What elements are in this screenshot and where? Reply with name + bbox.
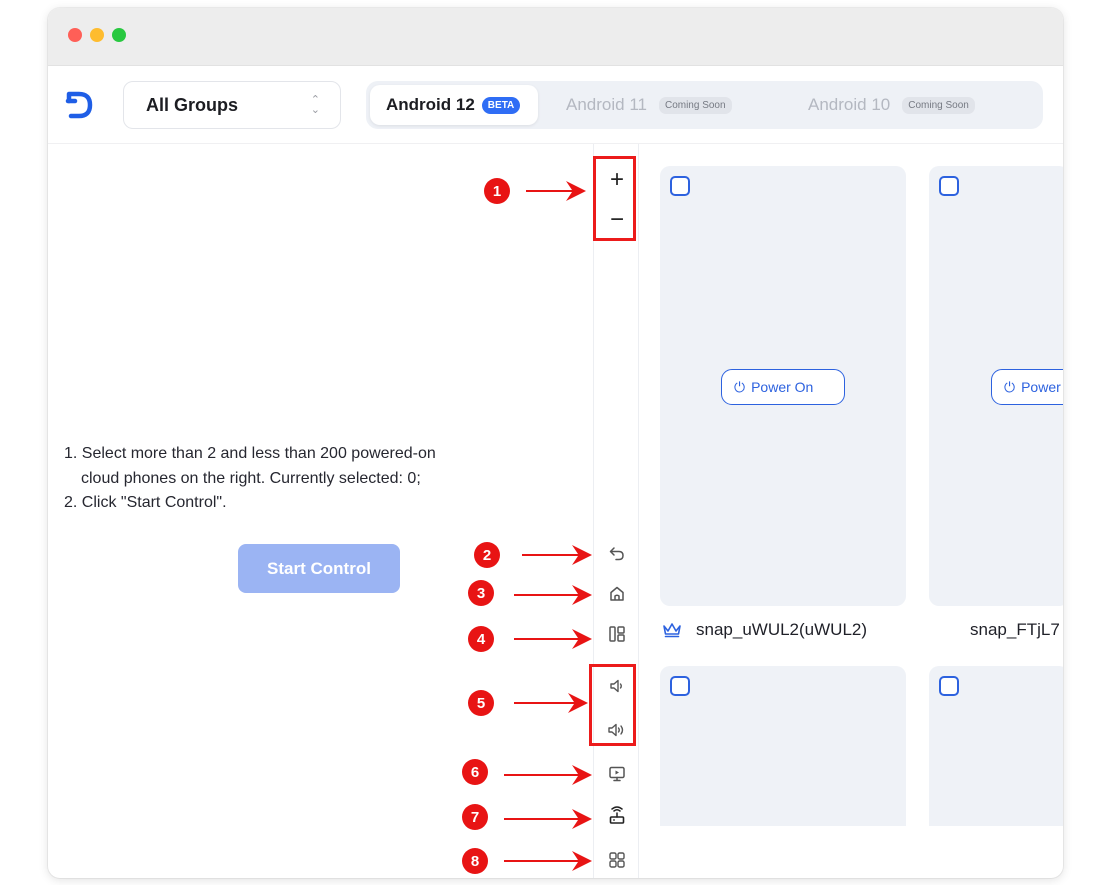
title-bar [48, 8, 1063, 66]
more-apps-button[interactable] [594, 844, 640, 876]
home-button[interactable] [594, 578, 640, 610]
annotation-arrow-7 [504, 809, 592, 829]
crown-icon [663, 623, 681, 638]
network-button[interactable] [594, 800, 640, 832]
instruction-line-2: cloud phones on the right. Currently sel… [81, 469, 421, 487]
device-name-label: snap_FTjL7 [970, 620, 1060, 639]
device-checkbox[interactable] [939, 176, 959, 196]
screen-play-icon [609, 766, 625, 782]
tab-label: Android 12 [386, 95, 475, 114]
device-card[interactable]: ⏻ Power On [929, 166, 1063, 606]
back-icon [609, 547, 624, 561]
power-on-label: Power On [1021, 379, 1063, 395]
beta-badge: BETA [481, 96, 521, 114]
chevron-updown-icon: ⌃ ⌄ [310, 94, 320, 116]
device-card[interactable] [929, 666, 1063, 826]
annotation-arrow-4 [514, 629, 592, 649]
device-card[interactable]: ⏻ Power On [660, 166, 906, 606]
screen-record-button[interactable] [594, 758, 640, 790]
coming-soon-badge: Coming Soon [658, 96, 732, 114]
annotation-arrow-8 [504, 851, 592, 871]
top-bar: All Groups ⌃ ⌄ Android 12 BETA Android 11… [48, 66, 1063, 144]
instruction-line-1: 1. Select more than 2 and less than 200 … [64, 445, 436, 462]
annotation-marker-1: 1 [484, 178, 510, 204]
home-icon [610, 586, 624, 601]
minimize-window-button[interactable] [90, 28, 104, 42]
maximize-window-button[interactable] [112, 28, 126, 42]
highlight-zoom-controls [593, 156, 636, 241]
device-card[interactable] [660, 666, 906, 826]
group-select-label: All Groups [146, 94, 239, 115]
annotation-marker-7: 7 [462, 804, 488, 830]
annotation-marker-8: 8 [462, 848, 488, 874]
tab-android-11[interactable]: Android 11 Coming Soon [566, 85, 732, 125]
power-icon: ⏻ [734, 378, 746, 395]
router-icon [609, 806, 625, 824]
app-logo-icon [65, 91, 93, 119]
start-control-button[interactable]: Start Control [238, 544, 400, 593]
annotation-arrow-6 [504, 765, 592, 785]
tab-android-10[interactable]: Android 10 Coming Soon [808, 85, 975, 125]
back-button[interactable] [594, 538, 640, 570]
power-on-button[interactable]: ⏻ Power On [991, 369, 1063, 405]
app-window: All Groups ⌃ ⌄ Android 12 BETA Android 11… [48, 8, 1063, 878]
instruction-line-3: 2. Click "Start Control". [64, 494, 227, 511]
annotation-marker-2: 2 [474, 542, 500, 568]
device-name: snap_uWUL2(uWUL2) [662, 620, 867, 640]
annotation-marker-3: 3 [468, 580, 494, 606]
annotation-marker-4: 4 [468, 626, 494, 652]
annotation-arrow-3 [514, 585, 592, 605]
annotation-arrow-2 [522, 545, 592, 565]
coming-soon-badge: Coming Soon [902, 96, 975, 114]
tab-label: Android 10 [808, 95, 891, 114]
main-area: 1. Select more than 2 and less than 200 … [48, 144, 1063, 878]
annotation-arrow-1 [526, 181, 586, 201]
device-name: snap_FTjL7 [970, 620, 1060, 640]
power-icon: ⏻ [1004, 378, 1016, 395]
device-name-label: snap_uWUL2(uWUL2) [696, 620, 868, 639]
instructions: 1. Select more than 2 and less than 200 … [64, 442, 584, 516]
device-checkbox[interactable] [670, 676, 690, 696]
annotation-marker-6: 6 [462, 759, 488, 785]
annotation-arrow-5 [514, 693, 588, 713]
device-checkbox[interactable] [670, 176, 690, 196]
power-on-button[interactable]: ⏻ Power On [721, 369, 845, 405]
control-toolbar: + − [593, 144, 639, 878]
power-on-label: Power On [751, 379, 814, 395]
device-checkbox[interactable] [939, 676, 959, 696]
highlight-volume-controls [589, 664, 636, 746]
annotation-marker-5: 5 [468, 690, 494, 716]
recent-apps-button[interactable] [594, 618, 640, 650]
group-select[interactable]: All Groups ⌃ ⌄ [123, 81, 341, 129]
multitask-icon [609, 626, 625, 642]
tab-android-12[interactable]: Android 12 BETA [370, 85, 538, 125]
close-window-button[interactable] [68, 28, 82, 42]
tab-label: Android 11 [566, 95, 647, 114]
grid-icon [609, 852, 625, 868]
android-version-tabs: Android 12 BETA Android 11 Coming Soon A… [366, 81, 1043, 129]
